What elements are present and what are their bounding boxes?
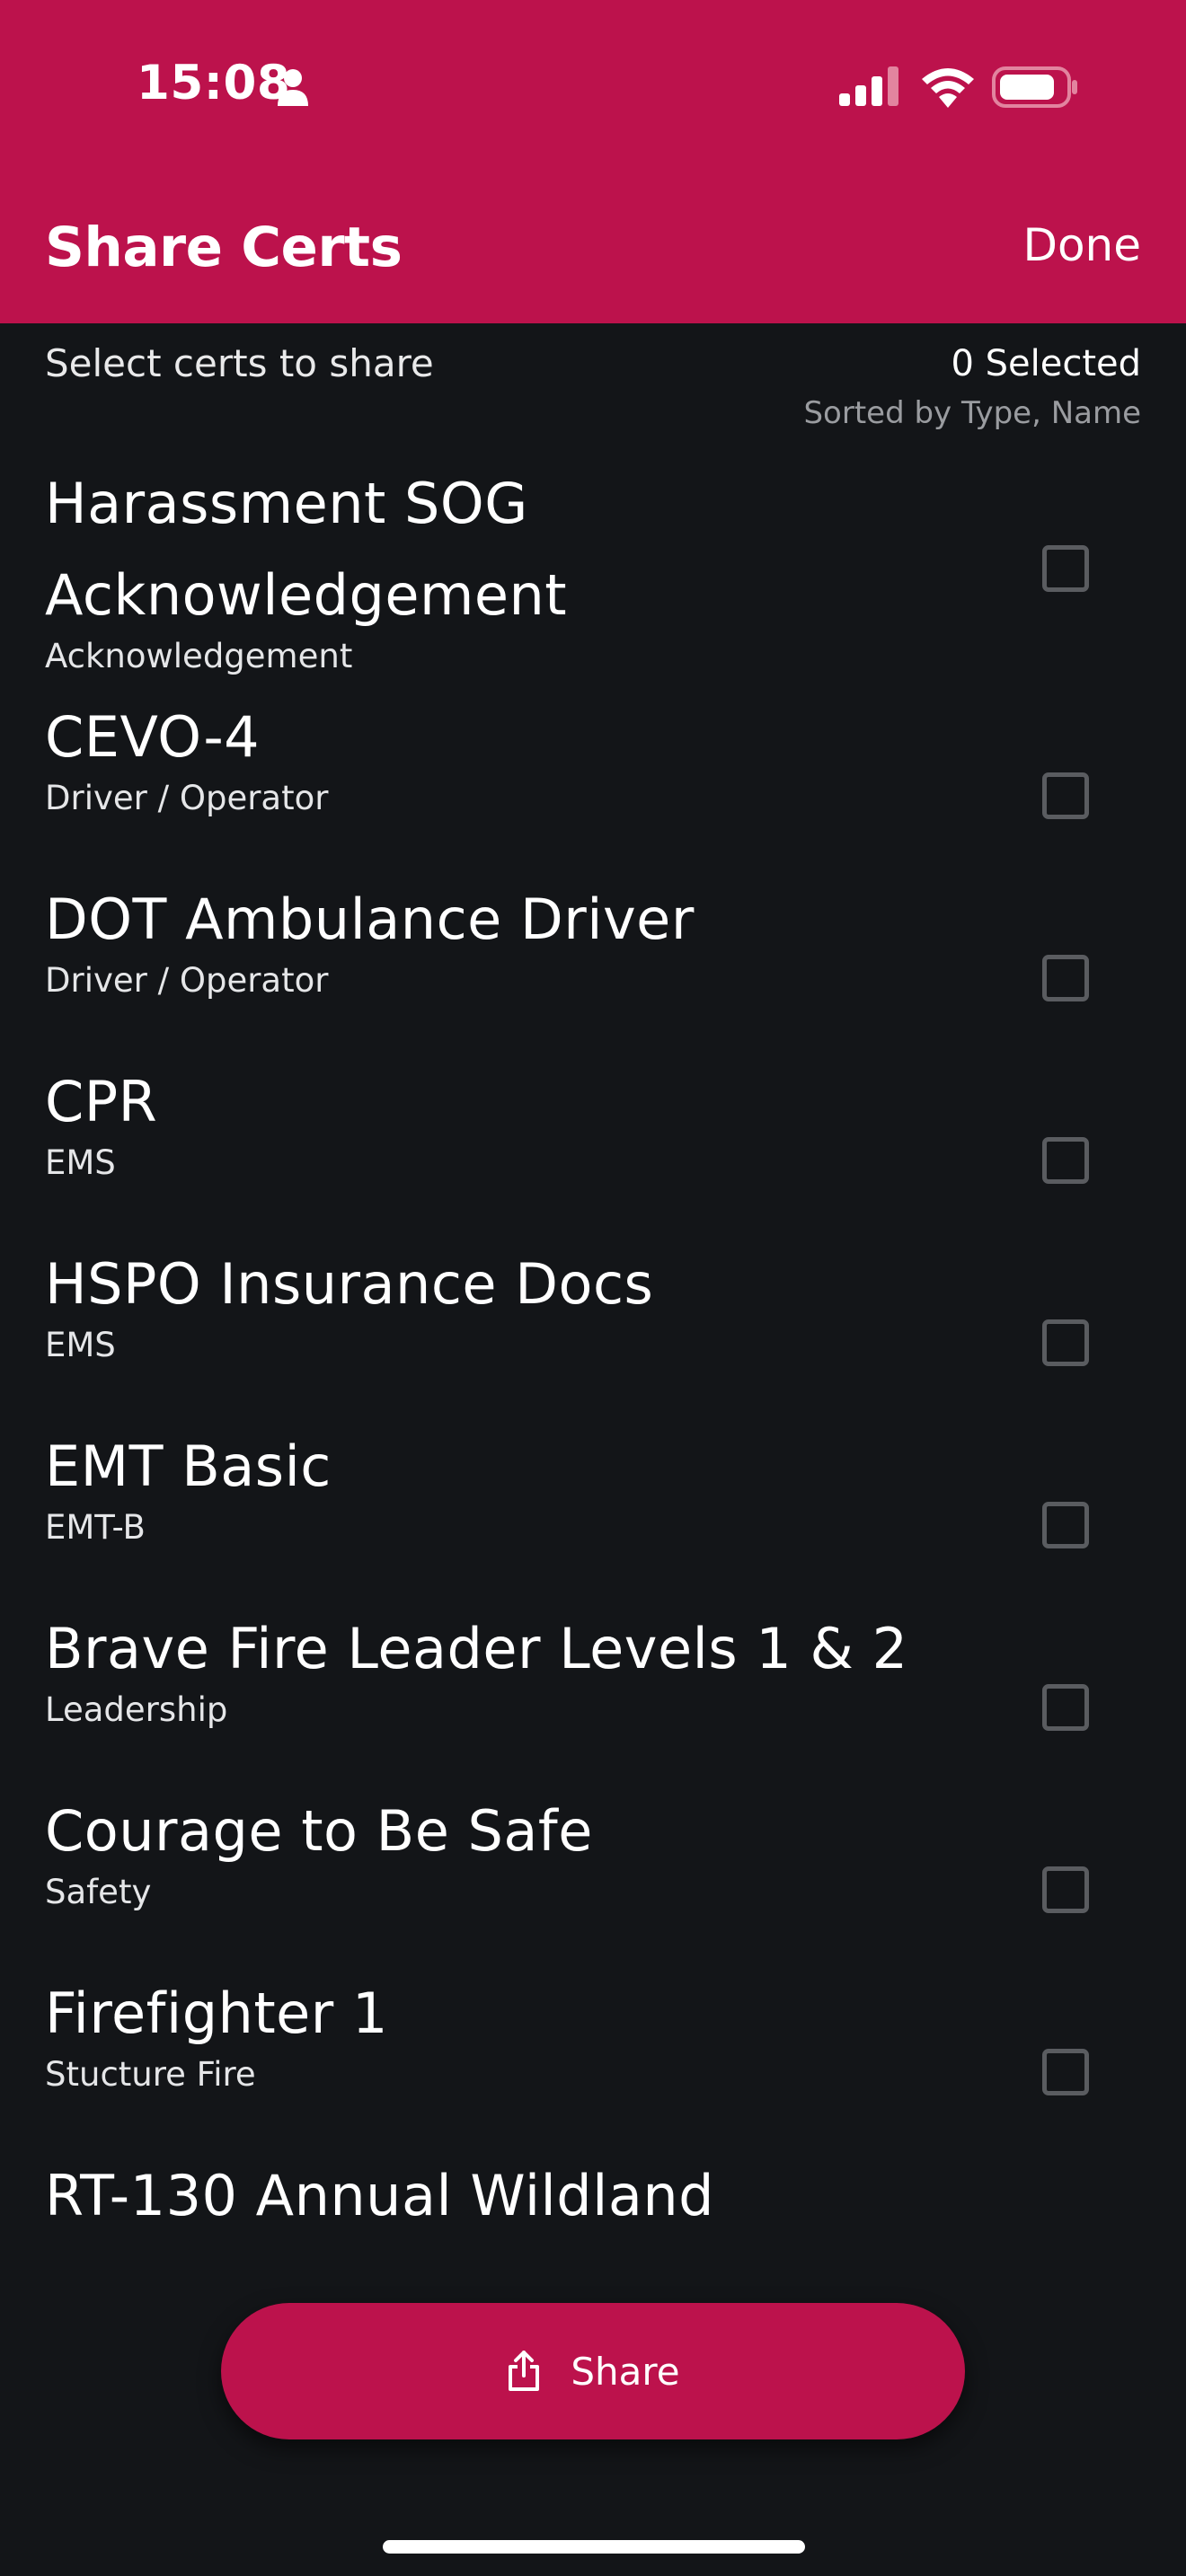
cert-type: Stucture Fire <box>45 2055 256 2094</box>
select-hint: Select certs to share <box>45 341 434 385</box>
battery-icon <box>992 66 1077 108</box>
cert-checkbox[interactable] <box>1042 1319 1089 1366</box>
status-time: 15:08 <box>137 56 291 110</box>
cert-name: DOT Ambulance Driver <box>45 887 695 952</box>
selected-count: 0 Selected <box>951 343 1141 384</box>
screen: 15:08 Share Certs Done Select certs to s… <box>0 0 1186 2576</box>
cert-checkbox[interactable] <box>1042 545 1089 592</box>
cert-checkbox[interactable] <box>1042 955 1089 1001</box>
cert-checkbox[interactable] <box>1042 1137 1089 1184</box>
cert-name: RT-130 Annual Wildland <box>45 2163 715 2228</box>
cert-type: Acknowledgement <box>45 637 353 675</box>
cert-row[interactable]: CEVO-4 Driver / Operator <box>0 692 1186 874</box>
cert-name: Harassment SOG Acknowledgement <box>45 471 568 628</box>
page-title: Share Certs <box>45 216 403 279</box>
cert-checkbox[interactable] <box>1042 2049 1089 2095</box>
wifi-icon <box>922 68 974 108</box>
cert-row[interactable]: Firefighter 1 Stucture Fire <box>0 1968 1186 2150</box>
cert-row[interactable]: HSPO Insurance Docs EMS <box>0 1239 1186 1421</box>
header: 15:08 Share Certs Done <box>0 0 1186 323</box>
cert-type: Driver / Operator <box>45 779 329 817</box>
person-icon <box>278 69 308 106</box>
cert-name: HSPO Insurance Docs <box>45 1251 654 1317</box>
cert-name: EMT Basic <box>45 1434 332 1499</box>
done-button[interactable]: Done <box>1022 219 1141 271</box>
cert-row[interactable]: Harassment SOG Acknowledgement Acknowled… <box>0 458 1186 692</box>
cert-list: Harassment SOG Acknowledgement Acknowled… <box>0 458 1186 2333</box>
cert-checkbox[interactable] <box>1042 1866 1089 1913</box>
cert-row[interactable]: EMT Basic EMT-B <box>0 1421 1186 1603</box>
cert-type: EMS <box>45 1143 116 1182</box>
sort-hint: Sorted by Type, Name <box>803 395 1141 431</box>
cert-name: Firefighter 1 <box>45 1981 388 2046</box>
cert-row[interactable]: CPR EMS <box>0 1056 1186 1239</box>
cert-checkbox[interactable] <box>1042 1502 1089 1548</box>
cert-row[interactable]: Brave Fire Leader Levels 1 & 2 Leadershi… <box>0 1603 1186 1786</box>
share-button[interactable]: Share <box>221 2303 965 2439</box>
cert-row[interactable]: DOT Ambulance Driver Driver / Operator <box>0 874 1186 1056</box>
cert-checkbox[interactable] <box>1042 772 1089 819</box>
share-icon <box>509 2351 540 2391</box>
home-indicator[interactable] <box>383 2540 805 2554</box>
cert-row[interactable]: Courage to Be Safe Safety <box>0 1786 1186 1968</box>
cert-name: CEVO-4 <box>45 704 261 770</box>
cellular-signal-icon <box>839 66 898 106</box>
share-label: Share <box>571 2349 680 2394</box>
cert-name: Brave Fire Leader Levels 1 & 2 <box>45 1616 908 1681</box>
cert-name: Courage to Be Safe <box>45 1798 593 1864</box>
cert-checkbox[interactable] <box>1042 1684 1089 1731</box>
cert-name: CPR <box>45 1069 158 1134</box>
